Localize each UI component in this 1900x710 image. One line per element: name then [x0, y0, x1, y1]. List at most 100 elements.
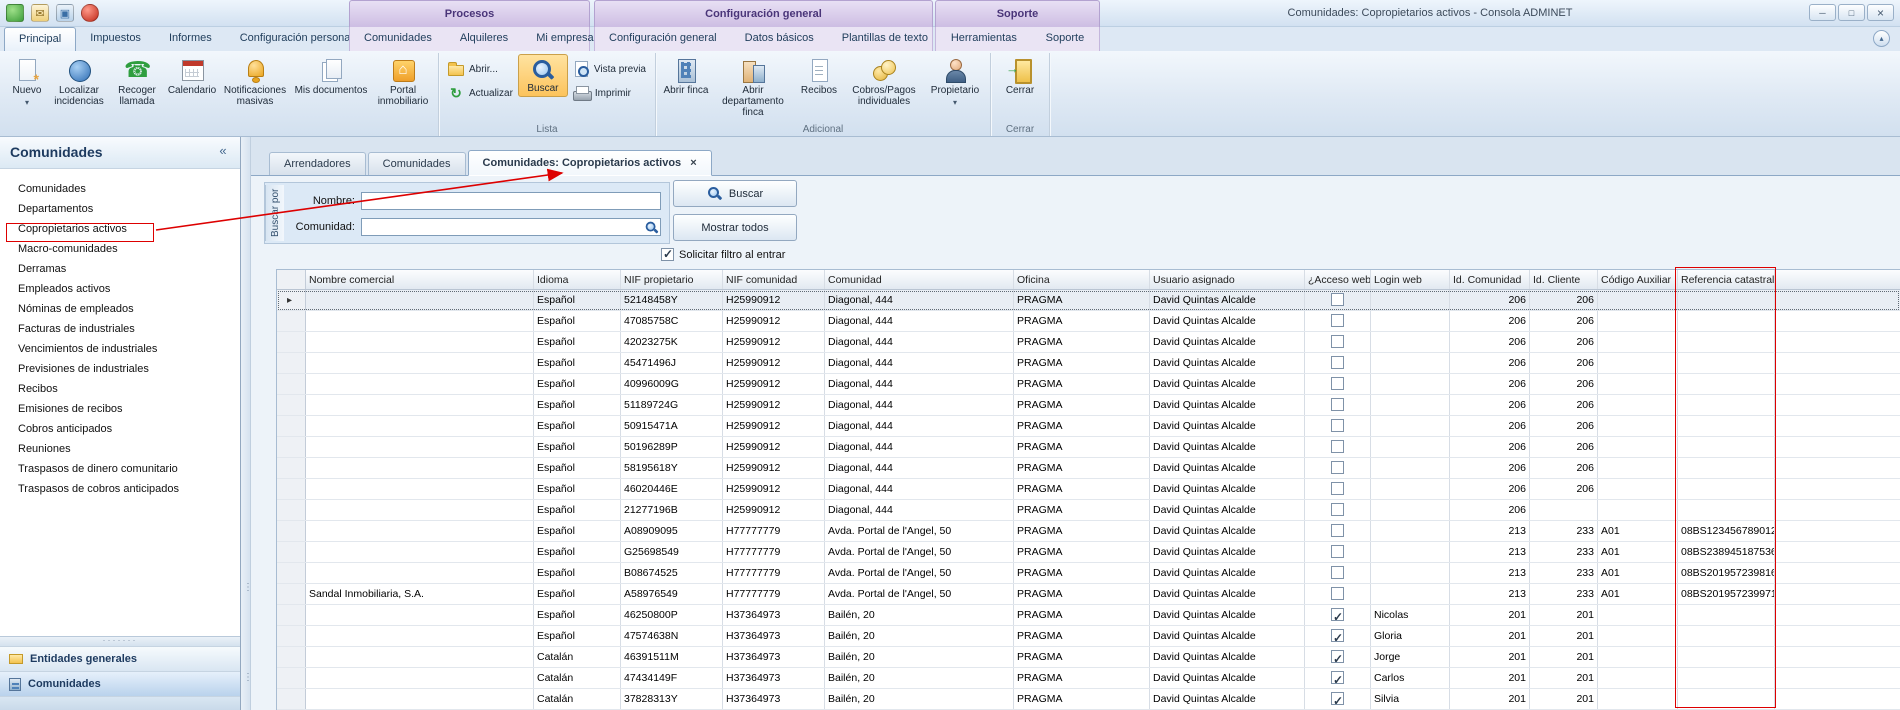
propietario-button[interactable]: Propietario	[924, 54, 986, 111]
sidebar-nav-button[interactable]: Comunidades	[0, 671, 240, 696]
table-row[interactable]: Español 47574638N H37364973 Bailén, 20 P…	[277, 626, 1900, 647]
collapse-ribbon-button[interactable]	[1873, 30, 1890, 47]
acceso-web-checkbox[interactable]	[1331, 314, 1344, 327]
table-row[interactable]: Español A08909095 H77777779 Avda. Portal…	[277, 521, 1900, 542]
acceso-web-checkbox[interactable]	[1331, 293, 1344, 306]
sidebar-item[interactable]: Vencimientos de industriales	[0, 339, 240, 359]
ribbon-tab[interactable]: Plantillas de texto	[828, 27, 942, 51]
column-header-id-cliente[interactable]: Id. Cliente	[1530, 270, 1598, 289]
document-tab[interactable]: Arrendadores	[269, 152, 366, 175]
table-row[interactable]: Español 47085758C H25990912 Diagonal, 44…	[277, 311, 1900, 332]
table-row[interactable]: Español 51189724G H25990912 Diagonal, 44…	[277, 395, 1900, 416]
table-row[interactable]: Catalán 37828313Y H37364973 Bailén, 20 P…	[277, 689, 1900, 710]
table-row[interactable]: Español G25698549 H77777779 Avda. Portal…	[277, 542, 1900, 563]
table-row[interactable]: Español 40996009G H25990912 Diagonal, 44…	[277, 374, 1900, 395]
table-row[interactable]: Español 45471496J H25990912 Diagonal, 44…	[277, 353, 1900, 374]
acceso-web-checkbox[interactable]	[1331, 524, 1344, 537]
ribbon-tab[interactable]: Soporte	[1032, 27, 1099, 51]
acceso-web-checkbox[interactable]	[1331, 419, 1344, 432]
table-row[interactable]: Español B08674525 H77777779 Avda. Portal…	[277, 563, 1900, 584]
table-row[interactable]: Español 46250800P H37364973 Bailén, 20 P…	[277, 605, 1900, 626]
column-header-comunidad[interactable]: Comunidad	[825, 270, 1014, 289]
sidebar-item[interactable]: Macro-comunidades	[0, 239, 240, 259]
acceso-web-checkbox[interactable]	[1331, 629, 1344, 642]
table-row[interactable]: Español 58195618Y H25990912 Diagonal, 44…	[277, 458, 1900, 479]
localizar-incidencias-button[interactable]: Localizar incidencias	[48, 54, 110, 110]
search-icon[interactable]	[645, 221, 659, 235]
nav-pane-gripper[interactable]	[0, 636, 240, 646]
nuevo-button[interactable]: Nuevo	[6, 54, 48, 111]
close-tab-icon[interactable]	[690, 157, 696, 169]
acceso-web-checkbox[interactable]	[1331, 503, 1344, 516]
splitter-gripper[interactable]: ⋮	[243, 675, 248, 680]
acceso-web-checkbox[interactable]	[1331, 545, 1344, 558]
column-header-idioma[interactable]: Idioma	[534, 270, 621, 289]
sidebar-nav-button[interactable]: Entidades generales	[0, 646, 240, 671]
ribbon-tab[interactable]: Datos básicos	[731, 27, 828, 51]
document-tab[interactable]: Comunidades	[368, 152, 466, 175]
sidebar-item[interactable]: Emisiones de recibos	[0, 399, 240, 419]
record-icon[interactable]	[81, 4, 99, 22]
ribbon-tab[interactable]: Informes	[155, 27, 226, 51]
ribbon-tab[interactable]: Herramientas	[937, 27, 1031, 51]
sidebar-item[interactable]: Nóminas de empleados	[0, 299, 240, 319]
sidebar-item[interactable]: Comunidades	[0, 179, 240, 199]
table-row[interactable]: Español 42023275K H25990912 Diagonal, 44…	[277, 332, 1900, 353]
splitter-gripper[interactable]: ⋮	[243, 585, 248, 590]
sidebar-item[interactable]: Copropietarios activos	[0, 219, 240, 239]
minimize-button[interactable]	[1809, 4, 1836, 21]
calendario-button[interactable]: Calendario	[164, 54, 220, 99]
ribbon-tab[interactable]: Principal	[4, 27, 76, 51]
close-button[interactable]	[1867, 4, 1894, 21]
ribbon-tab[interactable]: Configuración personal	[226, 27, 367, 51]
cerrar-button[interactable]: Cerrar	[995, 54, 1045, 99]
column-header-usuario-asignado[interactable]: Usuario asignado	[1150, 270, 1305, 289]
acceso-web-checkbox[interactable]	[1331, 608, 1344, 621]
column-header-id-comunidad[interactable]: Id. Comunidad	[1450, 270, 1530, 289]
column-header-nif-comunidad[interactable]: NIF comunidad	[723, 270, 825, 289]
buscar-button[interactable]: Buscar	[518, 54, 568, 97]
cobros-pagos-individuales-button[interactable]: Cobros/Pagos individuales	[844, 54, 924, 110]
buscar-search-button[interactable]: Buscar	[673, 180, 797, 207]
column-header-nif-propietario[interactable]: NIF propietario	[621, 270, 723, 289]
table-row[interactable]: Español 50915471A H25990912 Diagonal, 44…	[277, 416, 1900, 437]
nombre-input[interactable]	[361, 192, 661, 210]
table-row[interactable]: Catalán 47434149F H37364973 Bailén, 20 P…	[277, 668, 1900, 689]
acceso-web-checkbox[interactable]	[1331, 482, 1344, 495]
ribbon-tab[interactable]: Configuración general	[595, 27, 731, 51]
table-row[interactable]: Español 52148458Y H25990912 Diagonal, 44…	[277, 290, 1900, 311]
sidebar-item[interactable]: Traspasos de dinero comunitario	[0, 459, 240, 479]
column-header-oficina[interactable]: Oficina	[1014, 270, 1150, 289]
sidebar-item[interactable]: Previsiones de industriales	[0, 359, 240, 379]
document-tab[interactable]: Comunidades: Copropietarios activos	[468, 150, 712, 176]
sidebar-item[interactable]: Empleados activos	[0, 279, 240, 299]
ribbon-tab[interactable]: Alquileres	[446, 27, 522, 51]
acceso-web-checkbox[interactable]	[1331, 335, 1344, 348]
acceso-web-checkbox[interactable]	[1331, 377, 1344, 390]
sidebar-item[interactable]: Traspasos de cobros anticipados	[0, 479, 240, 499]
acceso-web-checkbox[interactable]	[1331, 440, 1344, 453]
sidebar-item[interactable]: Departamentos	[0, 199, 240, 219]
maximize-button[interactable]	[1838, 4, 1865, 21]
table-row[interactable]: Catalán 46391511M H37364973 Bailén, 20 P…	[277, 647, 1900, 668]
app-logo-icon[interactable]	[6, 4, 24, 22]
sidebar-item[interactable]: Cobros anticipados	[0, 419, 240, 439]
abrir-finca-button[interactable]: Abrir finca	[660, 54, 712, 99]
column-header-referencia-catastral[interactable]: Referencia catastral	[1678, 270, 1775, 289]
table-row[interactable]: Español 21277196B H25990912 Diagonal, 44…	[277, 500, 1900, 521]
mis-documentos-button[interactable]: Mis documentos	[290, 54, 372, 99]
acceso-web-checkbox[interactable]	[1331, 650, 1344, 663]
acceso-web-checkbox[interactable]	[1331, 587, 1344, 600]
table-row[interactable]: Español 46020446E H25990912 Diagonal, 44…	[277, 479, 1900, 500]
sidebar-item[interactable]: Reuniones	[0, 439, 240, 459]
column-header-codigo-auxiliar[interactable]: Código Auxiliar	[1598, 270, 1678, 289]
window-icon[interactable]: ▣	[56, 4, 74, 22]
search-side-tab[interactable]: Buscar por	[265, 185, 284, 241]
comunidad-input[interactable]	[361, 218, 661, 236]
column-header-nombre-comercial[interactable]: Nombre comercial	[306, 270, 534, 289]
acceso-web-checkbox[interactable]	[1331, 566, 1344, 579]
sidebar-item[interactable]: Facturas de industriales	[0, 319, 240, 339]
column-header-login-web[interactable]: Login web	[1371, 270, 1450, 289]
mail-icon[interactable]: ✉	[31, 4, 49, 22]
sidebar-item[interactable]: Recibos	[0, 379, 240, 399]
